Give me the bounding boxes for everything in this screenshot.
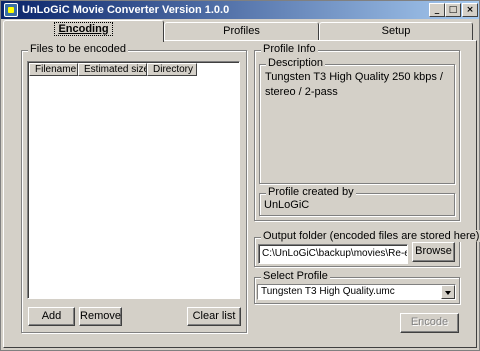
add-button[interactable]: Add [28,307,75,326]
minimize-button[interactable]: _ [429,3,445,17]
encode-button[interactable]: Encode [400,313,459,333]
profile-select[interactable]: Tungsten T3 High Quality.umc [257,284,456,300]
app-window: UnLoGiC Movie Converter Version 1.0.0 _ … [0,0,480,351]
maximize-button[interactable]: □ [445,3,461,17]
column-header-filename[interactable]: Filename [29,63,78,76]
column-header-estimated-size[interactable]: Estimated size [78,63,147,76]
output-folder-label: Output folder (encoded files are stored … [261,230,480,242]
select-profile-label: Select Profile [261,270,330,282]
profile-created-by-label: Profile created by [266,186,356,198]
files-list-header: Filename Estimated size Directory [29,63,197,76]
chevron-down-icon[interactable] [441,285,455,299]
files-group-label: Files to be encoded [28,43,129,55]
description-label: Description [266,57,326,69]
remove-button[interactable]: Remove [79,307,122,326]
tab-profiles[interactable]: Profiles [164,22,319,41]
tab-encoding-label: Encoding [54,22,113,36]
window-title: UnLoGiC Movie Converter Version 1.0.0 [22,4,230,16]
output-folder-input[interactable]: C:\UnLoGiC\backup\movies\Re-encode [258,244,408,264]
tab-setup-label: Setup [381,25,411,37]
close-button[interactable]: × [462,3,478,17]
profile-info-group-label: Profile Info [261,43,318,55]
description-text: Tungsten T3 High Quality 250 kbps / ster… [265,71,443,98]
tab-encoding[interactable]: Encoding [3,20,164,42]
tab-profiles-label: Profiles [223,25,260,37]
tab-setup[interactable]: Setup [319,22,473,41]
clear-list-button[interactable]: Clear list [187,307,241,326]
files-list[interactable]: Filename Estimated size Directory [27,61,240,299]
column-header-directory[interactable]: Directory [147,63,197,76]
profile-select-value: Tungsten T3 High Quality.umc [261,286,395,297]
app-logo-icon [4,3,18,17]
profile-author: UnLoGiC [264,199,310,211]
browse-button[interactable]: Browse [412,242,455,262]
title-bar[interactable]: UnLoGiC Movie Converter Version 1.0.0 _ … [1,1,479,19]
